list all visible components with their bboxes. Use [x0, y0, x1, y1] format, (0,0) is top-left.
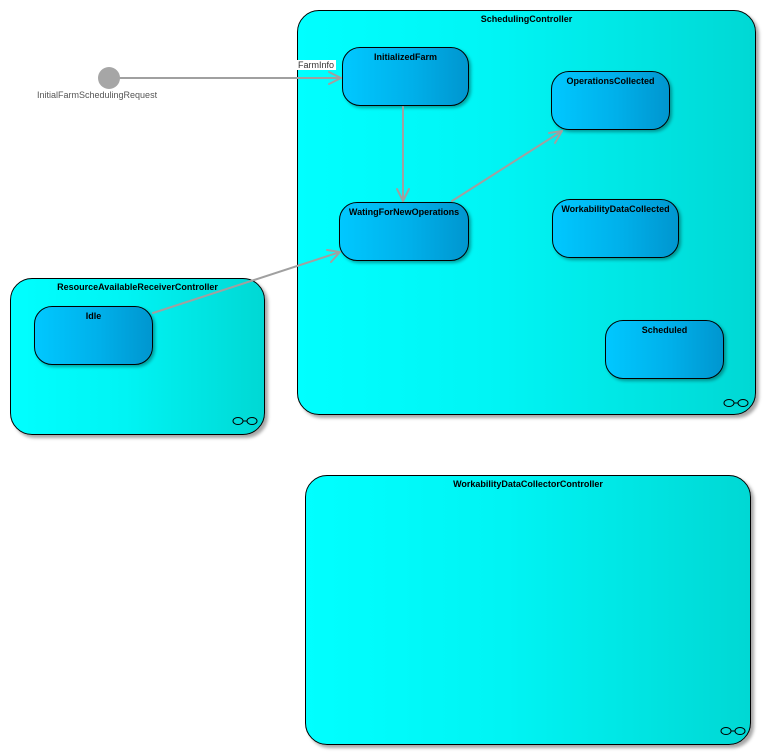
- state-label: WorkabilityDataCollected: [561, 204, 670, 214]
- state-label: WatingForNewOperations: [348, 207, 460, 217]
- state-label: InitializedFarm: [373, 52, 437, 62]
- initial-node[interactable]: [98, 67, 120, 89]
- state-label: Idle: [85, 311, 102, 321]
- state-workability-data-collected[interactable]: WorkabilityDataCollected: [552, 199, 679, 258]
- scheduling-controller-title: SchedulingController: [480, 14, 573, 24]
- state-idle[interactable]: Idle: [34, 306, 153, 365]
- state-waiting-for-new-operations[interactable]: WatingForNewOperations: [339, 202, 469, 261]
- state-label: Scheduled: [641, 325, 688, 335]
- transition-label-farm-info: FarmInfo: [296, 60, 337, 70]
- workability-data-collector-controller-composite[interactable]: WorkabilityDataCollectorController: [305, 475, 751, 745]
- state-initialized-farm[interactable]: InitializedFarm: [342, 47, 469, 106]
- composite-link-icon: [232, 417, 258, 425]
- state-scheduled[interactable]: Scheduled: [605, 320, 724, 379]
- resource-available-receiver-controller-title: ResourceAvailableReceiverController: [57, 282, 218, 292]
- workability-data-collector-controller-title: WorkabilityDataCollectorController: [453, 479, 603, 489]
- state-label: OperationsCollected: [566, 76, 655, 86]
- state-operations-collected[interactable]: OperationsCollected: [551, 71, 670, 130]
- composite-link-icon: [720, 727, 746, 735]
- composite-link-icon: [723, 399, 749, 407]
- initial-node-label: InitialFarmSchedulingRequest: [37, 90, 158, 100]
